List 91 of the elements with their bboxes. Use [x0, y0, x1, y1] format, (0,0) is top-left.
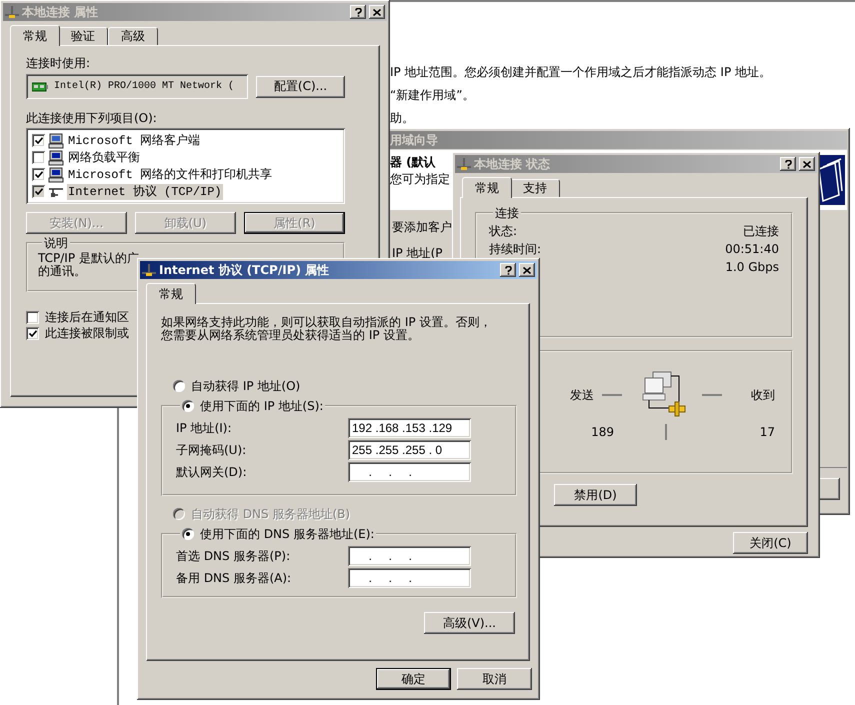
- banner-text: 您可为指定: [390, 171, 450, 187]
- network-cable-icon: [48, 186, 64, 198]
- checkbox-option[interactable]: 此连接被限制或: [26, 325, 129, 341]
- close-button[interactable]: [369, 5, 385, 19]
- wizard-text: 要添加客户: [392, 219, 452, 235]
- tab[interactable]: 常规: [146, 283, 196, 304]
- radio-option[interactable]: 使用下面的 IP 地址(S):: [182, 398, 324, 414]
- checkmark-icon: [34, 137, 42, 144]
- console-text: “新建作用域”。: [390, 87, 474, 103]
- checkbox[interactable]: [26, 310, 39, 324]
- question-mark-icon: [784, 160, 792, 168]
- wizard-text: IP 地址(P: [392, 245, 443, 261]
- close-icon: [373, 8, 381, 16]
- field-label: 备用 DNS 服务器(A):: [176, 570, 292, 586]
- tab[interactable]: 验证: [58, 27, 108, 45]
- ok-button[interactable]: 确定: [376, 668, 451, 690]
- received-count: 17: [760, 425, 775, 439]
- network-connection-icon: [5, 6, 19, 18]
- banner-heading: 器 (默认: [390, 155, 437, 170]
- adapter-name: Intel(R) PRO/1000 MT Network (: [54, 81, 234, 92]
- field-label: 子网掩码(U):: [176, 442, 246, 458]
- checkbox[interactable]: [32, 134, 45, 147]
- console-text: 助。: [390, 110, 414, 126]
- ip-address-field[interactable]: . . .: [348, 462, 471, 482]
- ip-address-field[interactable]: . . .: [348, 546, 471, 566]
- close-dialog-button[interactable]: 关闭(C): [733, 532, 808, 554]
- ip-address-field[interactable]: 255 .255 .255 . 0: [348, 440, 471, 460]
- sent-label: 发送: [570, 386, 594, 404]
- computer-icon: [48, 166, 64, 182]
- field-label: 连接时使用:: [26, 56, 90, 70]
- radio-button[interactable]: [182, 400, 194, 412]
- list-label: 此连接使用下列项目(O):: [26, 111, 157, 125]
- network-card-icon: [32, 80, 48, 92]
- status-value: 00:51:40: [725, 241, 779, 258]
- question-mark-icon: [504, 266, 512, 274]
- status-value: 已连接: [743, 223, 779, 240]
- received-label: 收到: [751, 386, 775, 404]
- radio-option[interactable]: 自动获得 IP 地址(O): [173, 378, 300, 394]
- close-button[interactable]: [519, 263, 535, 277]
- group-title: 说明: [43, 236, 69, 250]
- help-button[interactable]: [780, 157, 796, 171]
- checkmark-icon: [28, 330, 36, 336]
- window-title: 本地连接 属性: [22, 4, 100, 20]
- list-item[interactable]: Microsoft 网络客户端: [67, 132, 202, 148]
- close-icon: [803, 160, 811, 168]
- close-button[interactable]: [799, 157, 815, 171]
- description-text: TCP/IP 是默认的广 的通讯。: [38, 252, 139, 278]
- help-button[interactable]: [500, 263, 516, 277]
- disable-button[interactable]: 禁用(D): [554, 484, 637, 506]
- radio-button[interactable]: [182, 528, 194, 540]
- network-connection-icon: [142, 264, 156, 276]
- tab[interactable]: 常规: [10, 25, 60, 46]
- tab[interactable]: 支持: [510, 179, 560, 197]
- window-title: Internet 协议 (TCP/IP) 属性: [159, 262, 330, 278]
- ip-address-field[interactable]: 192 .168 .153 .129: [348, 418, 471, 438]
- advanced-button[interactable]: 高级(V)...: [424, 612, 515, 634]
- checkmark-icon: [34, 188, 42, 195]
- list-item[interactable]: 网络负载平衡: [67, 150, 141, 166]
- status-label: 持续时间:: [489, 241, 542, 258]
- ip-address-field[interactable]: . . .: [348, 568, 471, 588]
- checkbox[interactable]: [32, 185, 45, 198]
- computer-icon: [48, 150, 64, 166]
- field-label: 首选 DNS 服务器(P):: [176, 548, 290, 564]
- status-value: 1.0 Gbps: [725, 259, 779, 276]
- field-label: 默认网关(D):: [176, 464, 247, 480]
- checkbox[interactable]: [32, 168, 45, 181]
- window-title: 用域向导: [390, 132, 439, 148]
- tab[interactable]: 高级: [108, 27, 158, 45]
- computer-icon: [48, 132, 64, 148]
- checkbox[interactable]: [26, 326, 39, 340]
- help-button[interactable]: [350, 5, 366, 19]
- checkmark-icon: [34, 171, 42, 178]
- window-title: 本地连接 状态: [474, 156, 552, 172]
- checkbox[interactable]: [32, 151, 45, 164]
- field-label: IP 地址(I):: [176, 420, 232, 436]
- network-connection-icon: [457, 158, 471, 170]
- status-label: 状态:: [489, 223, 518, 240]
- close-icon: [523, 266, 531, 274]
- checkbox-option[interactable]: 连接后在通知区: [26, 309, 129, 325]
- radio-button[interactable]: [173, 380, 185, 392]
- configure-button[interactable]: 配置(C)...: [256, 76, 345, 98]
- radio-option[interactable]: 使用下面的 DNS 服务器地址(E):: [182, 526, 374, 542]
- intro-text: 如果网络支持此功能，则可以获取自动指派的 IP 设置。否则， 您需要从网络系统管理员处获得适当的 IP 设置。: [161, 316, 492, 342]
- list-item[interactable]: Microsoft 网络的文件和打印机共享: [67, 166, 274, 182]
- group-title: 连接: [494, 206, 520, 220]
- tab[interactable]: 常规: [462, 177, 512, 198]
- sent-count: 189: [591, 425, 614, 439]
- console-text: IP 地址范围。您必须创建并配置一个作用域之后才能指派动态 IP 地址。: [390, 64, 771, 80]
- cancel-button[interactable]: 取消: [457, 668, 532, 690]
- list-item[interactable]: Internet 协议 (TCP/IP): [67, 184, 223, 200]
- question-mark-icon: [354, 8, 362, 16]
